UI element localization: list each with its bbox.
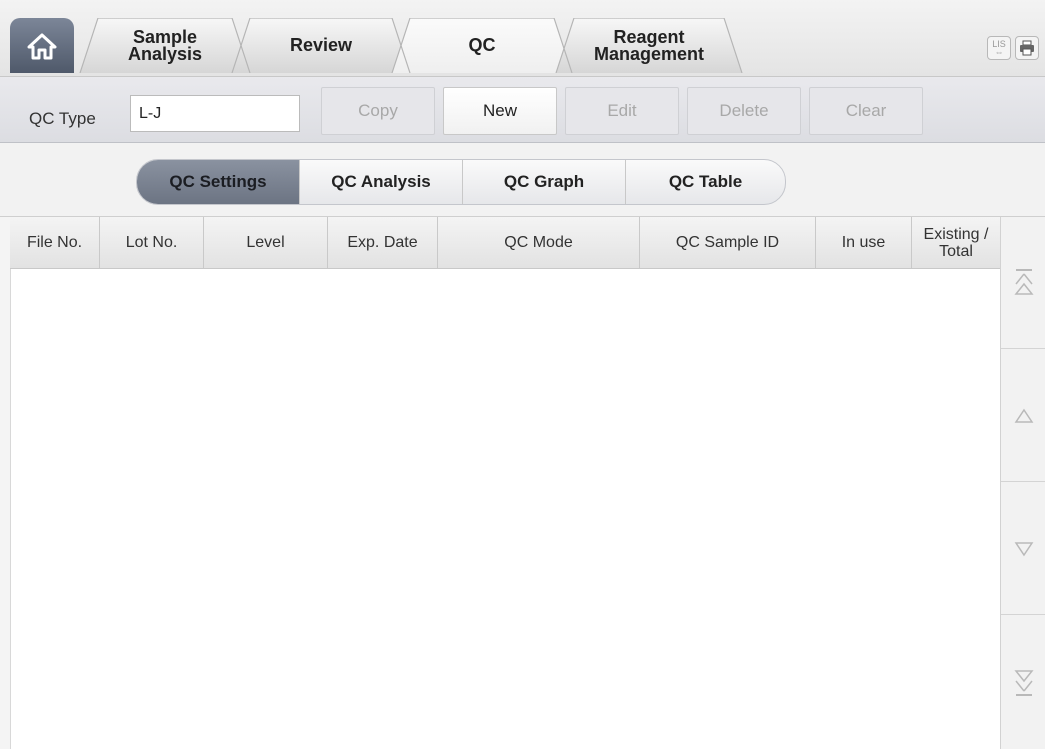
scroll-top-icon	[1013, 268, 1034, 295]
clear-button[interactable]: Clear	[809, 87, 923, 135]
main-tab-bar: Sample Analysis Review QC Reagent Manage…	[0, 0, 1045, 77]
lis-icon[interactable]: LIS ⇔	[987, 36, 1011, 60]
edit-button[interactable]: Edit	[565, 87, 679, 135]
tab-reagent-management[interactable]: Reagent Management	[556, 18, 742, 73]
col-qc-mode: QC Mode	[438, 217, 640, 268]
subtab-qc-table[interactable]: QC Table	[626, 160, 785, 204]
scroll-down-icon	[1014, 541, 1033, 556]
qc-type-field[interactable]: L-J	[130, 95, 300, 132]
new-button[interactable]: New	[443, 87, 557, 135]
subtab-qc-settings[interactable]: QC Settings	[137, 160, 300, 204]
qc-file-list[interactable]	[10, 269, 1001, 749]
home-button[interactable]	[10, 18, 74, 73]
col-level: Level	[204, 217, 328, 268]
printer-icon[interactable]	[1015, 36, 1039, 60]
col-file-no: File No.	[10, 217, 100, 268]
col-existing-total: Existing / Total	[912, 217, 1000, 268]
tab-qc[interactable]: QC	[392, 18, 572, 73]
col-in-use: In use	[816, 217, 912, 268]
tab-label-line2: Management	[593, 43, 705, 64]
table-header: File No. Lot No. Level Exp. Date QC Mode…	[10, 217, 1000, 269]
tab-label: Review	[289, 35, 353, 55]
home-icon	[27, 33, 57, 59]
tab-label: QC	[468, 35, 496, 55]
tab-label-line1: Sample	[132, 26, 197, 47]
scroll-top-button[interactable]	[1001, 217, 1045, 349]
col-exp-date: Exp. Date	[328, 217, 438, 268]
tab-review[interactable]: Review	[232, 18, 410, 73]
subtab-qc-analysis[interactable]: QC Analysis	[300, 160, 463, 204]
copy-button[interactable]: Copy	[321, 87, 435, 135]
col-qc-sample-id: QC Sample ID	[640, 217, 816, 268]
qc-subtab-bar: QC Settings QC Analysis QC Graph QC Tabl…	[0, 143, 1045, 217]
qc-subtab-segment: QC Settings QC Analysis QC Graph QC Tabl…	[136, 159, 786, 205]
tab-sample-analysis[interactable]: Sample Analysis	[80, 18, 250, 73]
delete-button[interactable]: Delete	[687, 87, 801, 135]
scroll-bar	[1000, 217, 1045, 749]
col-existing-label: Existing /	[923, 225, 989, 243]
scroll-bottom-icon	[1013, 670, 1034, 696]
scroll-up-button[interactable]	[1001, 350, 1045, 482]
scroll-down-button[interactable]	[1001, 483, 1045, 615]
subtab-qc-graph[interactable]: QC Graph	[463, 160, 626, 204]
col-total-label: Total	[939, 242, 973, 260]
tab-label-line2: Analysis	[127, 43, 203, 64]
tab-label-line1: Reagent	[613, 26, 685, 47]
scroll-up-icon	[1014, 408, 1033, 423]
lis-icon-arrows: ⇔	[994, 47, 1004, 57]
col-lot-no: Lot No.	[100, 217, 204, 268]
qc-toolbar: QC Type L-J Copy New Edit Delete Clear	[0, 77, 1045, 143]
scroll-bottom-button[interactable]	[1001, 616, 1045, 748]
qc-type-label: QC Type	[29, 109, 96, 128]
